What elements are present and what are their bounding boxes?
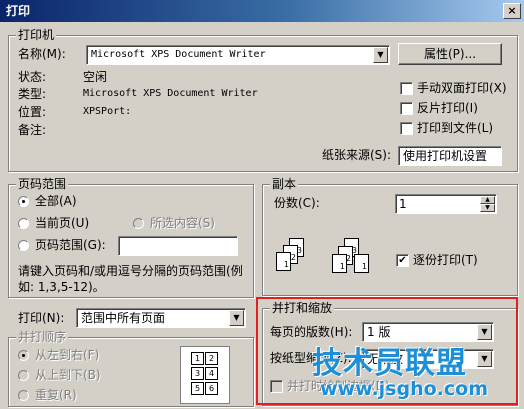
reverse-print-label: 反片打印(I) — [417, 101, 478, 115]
printer-name-value: Microsoft XPS Document Writer — [91, 49, 266, 60]
status-value: 空闲 — [83, 70, 108, 84]
spin-down-icon[interactable]: ▼ — [480, 204, 495, 212]
manual-duplex-checkbox[interactable] — [400, 82, 413, 95]
chevron-down-icon[interactable]: ▼ — [373, 47, 388, 63]
collate-checkbox[interactable]: ✔ — [396, 254, 409, 267]
watermark-logo-text: 技术员联盟 — [312, 346, 467, 381]
location-value: XPSPort: — [83, 106, 132, 117]
left-to-right-radio[interactable] — [18, 350, 29, 361]
selection-radio[interactable] — [133, 218, 144, 229]
properties-button[interactable]: 属性(P)... — [398, 43, 502, 65]
current-page-radio[interactable] — [18, 218, 29, 229]
status-label: 状态: — [18, 70, 47, 84]
order-cell: 2 — [205, 352, 218, 365]
paper-source-select[interactable]: 使用打印机设置 — [398, 146, 502, 166]
order-cell: 1 — [191, 352, 204, 365]
page-range-hint: 请键入页码和/或用逗号分隔的页码范围(例如: 1,3,5-12)。 — [18, 264, 243, 294]
paper-source-label: 纸张来源(S): — [322, 148, 392, 162]
top-to-bottom-radio[interactable] — [18, 370, 29, 381]
all-pages-radio[interactable] — [18, 196, 29, 207]
type-value: Microsoft XPS Document Writer — [83, 88, 258, 99]
print-what-label: 打印(N): — [18, 311, 65, 325]
copies-label: 份数(C): — [274, 196, 320, 210]
pages-input[interactable] — [118, 236, 238, 256]
copies-input[interactable]: 1 ▲ ▼ — [395, 194, 497, 214]
order-cell: 3 — [191, 367, 204, 380]
copies-value: 1 — [399, 197, 407, 211]
location-label: 位置: — [18, 105, 47, 119]
window-title: 打印 — [6, 4, 31, 18]
printer-name-label: 名称(M): — [18, 47, 66, 61]
collate-label: 逐份打印(T) — [413, 253, 478, 267]
title-bar: 打印 × — [0, 0, 524, 22]
printer-name-select[interactable]: Microsoft XPS Document Writer ▼ — [86, 45, 390, 65]
top-to-bottom-label: 从上到下(B) — [35, 368, 101, 382]
copies-legend: 副本 — [270, 177, 299, 191]
collated-pages-icon: 3 2 1 1 — [330, 238, 380, 288]
selection-label: 所选内容(S) — [150, 216, 215, 230]
page-range-legend: 页码范围 — [16, 177, 69, 191]
order-preview: 1 2 3 4 5 6 — [180, 346, 230, 404]
all-pages-label: 全部(A) — [35, 194, 77, 208]
paper-source-value: 使用打印机设置 — [403, 149, 488, 163]
pages-radio[interactable] — [18, 240, 29, 251]
repeat-radio[interactable] — [18, 390, 29, 401]
close-button[interactable]: × — [503, 3, 521, 19]
printer-legend: 打印机 — [16, 28, 57, 42]
watermark-url: www.jsgho.com — [320, 378, 488, 400]
order-cell: 6 — [205, 382, 218, 395]
print-what-value: 范围中所有页面 — [81, 311, 166, 325]
spin-up-icon[interactable]: ▲ — [480, 196, 495, 204]
manual-duplex-label: 手动双面打印(X) — [417, 81, 507, 95]
reverse-print-checkbox[interactable] — [400, 102, 413, 115]
uncollated-pages-icon: 3 2 1 — [272, 238, 312, 288]
print-what-select[interactable]: 范围中所有页面 ▼ — [76, 308, 246, 328]
repeat-label: 重复(R) — [35, 388, 77, 402]
print-to-file-label: 打印到文件(L) — [417, 121, 494, 135]
pages-label: 页码范围(G): — [35, 238, 106, 252]
type-label: 类型: — [18, 87, 47, 101]
left-to-right-label: 从左到右(F) — [35, 348, 100, 362]
print-to-file-checkbox[interactable] — [400, 122, 413, 135]
order-cell: 4 — [205, 367, 218, 380]
chevron-down-icon[interactable]: ▼ — [229, 310, 244, 326]
order-legend: 并打顺序 — [16, 330, 69, 344]
order-cell: 5 — [191, 382, 204, 395]
comment-label: 备注: — [18, 123, 47, 137]
current-page-label: 当前页(U) — [35, 216, 90, 230]
